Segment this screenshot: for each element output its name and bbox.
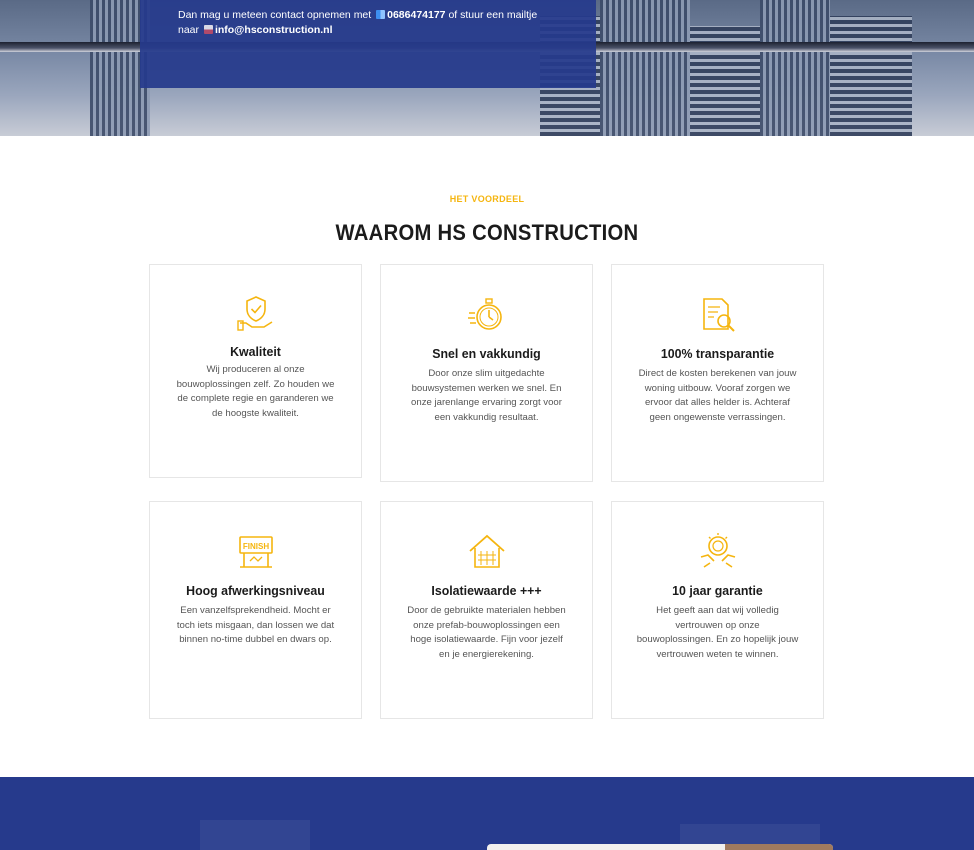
feature-card: Isolatiewaarde +++ Door de gebruikte mat… bbox=[380, 501, 593, 719]
card-title: 10 jaar garantie bbox=[672, 583, 763, 598]
card-title: Isolatiewaarde +++ bbox=[431, 583, 542, 598]
stopwatch-icon bbox=[467, 298, 502, 330]
phone-icon bbox=[376, 10, 386, 19]
card-text: Wij produceren al onze bouwoplossingen z… bbox=[176, 364, 335, 419]
hero-building bbox=[830, 16, 912, 136]
document-search-icon bbox=[702, 298, 735, 332]
quality-shield-hand-icon bbox=[236, 296, 272, 331]
phone-link[interactable]: 0686474177 bbox=[387, 9, 445, 21]
guarantee-badge-hands-icon bbox=[700, 533, 735, 568]
feature-card: Snel en vakkundig Door onze slim uitgeda… bbox=[380, 264, 593, 482]
contact-naar: naar bbox=[178, 23, 200, 36]
card-title: Snel en vakkundig bbox=[432, 346, 541, 361]
card-text: Het geeft aan dat wij volledig vertrouwe… bbox=[636, 605, 799, 660]
mail-icon bbox=[203, 24, 213, 34]
card-text: Direct de kosten berekenen van jouw woni… bbox=[638, 368, 797, 423]
svg-text:FINISH: FINISH bbox=[242, 542, 268, 551]
section-title: WAAROM HS CONSTRUCTION bbox=[335, 220, 639, 245]
footer-band bbox=[0, 777, 974, 850]
hero-banner: Dan mag u meteen contact opnemen met 068… bbox=[0, 0, 974, 136]
feature-card: 100% transparantie Direct de kosten bere… bbox=[611, 264, 824, 482]
card-title: 100% transparantie bbox=[660, 346, 775, 361]
hero-building bbox=[760, 0, 830, 136]
card-text: Een vanzelfsprekendheid. Mocht er toch i… bbox=[176, 605, 335, 646]
band-building-silhouette bbox=[200, 820, 310, 850]
feature-card: FINISH Hoog afwerkingsniveau Een vanzelf… bbox=[149, 501, 362, 719]
house-insulation-icon bbox=[468, 534, 505, 568]
card-text: Door de gebruikte materialen hebben onze… bbox=[407, 605, 566, 660]
contact-middle: of stuur een mailtje bbox=[448, 9, 538, 21]
band-image-photo bbox=[725, 844, 833, 850]
feature-card: Kwaliteit Wij produceren al onze bouwopl… bbox=[149, 264, 362, 478]
contact-prefix: Dan mag u meteen contact opnemen met bbox=[178, 9, 372, 21]
card-title: Hoog afwerkingsniveau bbox=[186, 583, 325, 598]
card-text: Door onze slim uitgedachte bouwsystemen … bbox=[411, 368, 562, 423]
feature-card: 10 jaar garantie Het geeft aan dat wij v… bbox=[611, 501, 824, 719]
hero-contact-text: Dan mag u meteen contact opnemen met 068… bbox=[178, 8, 558, 37]
card-title: Kwaliteit bbox=[230, 344, 281, 359]
email-link[interactable]: info@hsconstruction.nl bbox=[215, 24, 333, 36]
section-eyebrow: HET VOORDEEL bbox=[449, 194, 525, 204]
hero-building bbox=[600, 0, 690, 136]
finish-sign-icon: FINISH bbox=[238, 536, 273, 568]
